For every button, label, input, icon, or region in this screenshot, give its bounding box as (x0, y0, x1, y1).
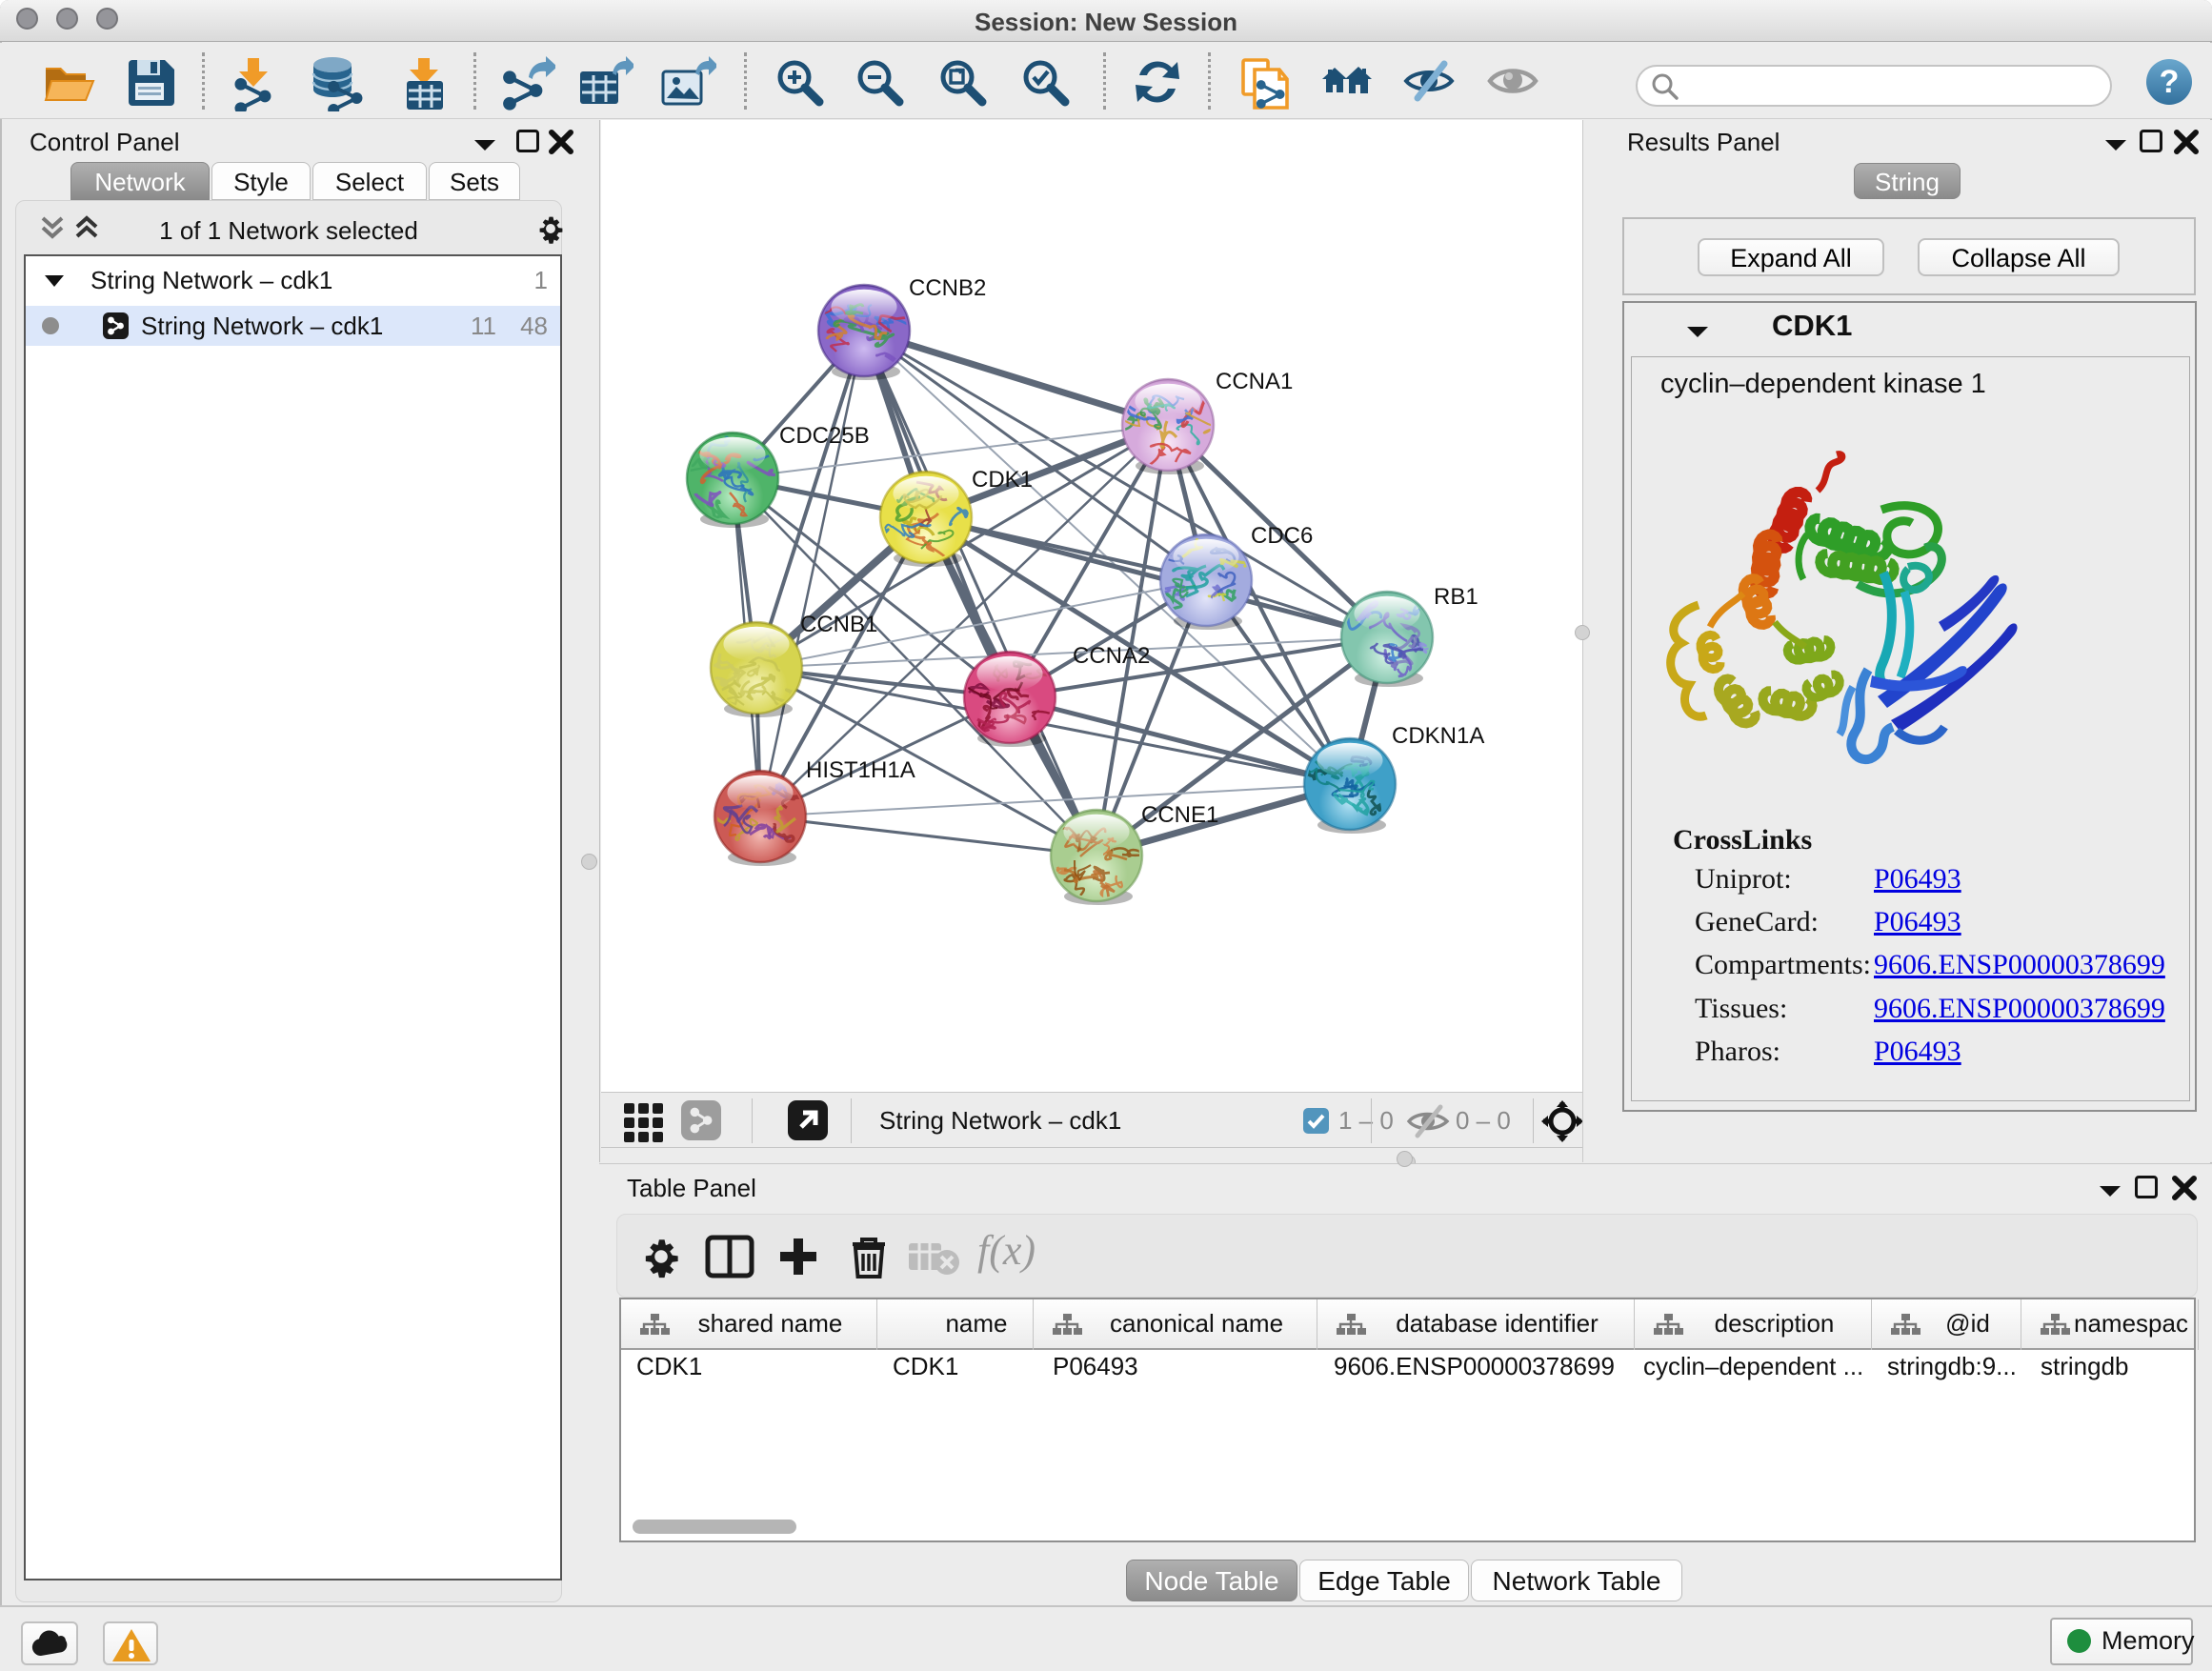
svg-text:HIST1H1A: HIST1H1A (806, 757, 915, 783)
svg-text:CCNB1: CCNB1 (800, 612, 877, 637)
svg-text:CDC25B: CDC25B (779, 423, 870, 449)
svg-text:CCNA2: CCNA2 (1073, 643, 1150, 669)
svg-text:CCNA1: CCNA1 (1216, 369, 1293, 394)
svg-text:CCNB2: CCNB2 (909, 275, 986, 301)
svg-text:RB1: RB1 (1434, 584, 1478, 610)
svg-text:CCNE1: CCNE1 (1141, 802, 1218, 828)
svg-text:?: ? (2160, 64, 2180, 100)
svg-text:CDK1: CDK1 (972, 467, 1033, 493)
svg-text:CDKN1A: CDKN1A (1392, 723, 1484, 749)
svg-text:CDC6: CDC6 (1251, 523, 1313, 549)
